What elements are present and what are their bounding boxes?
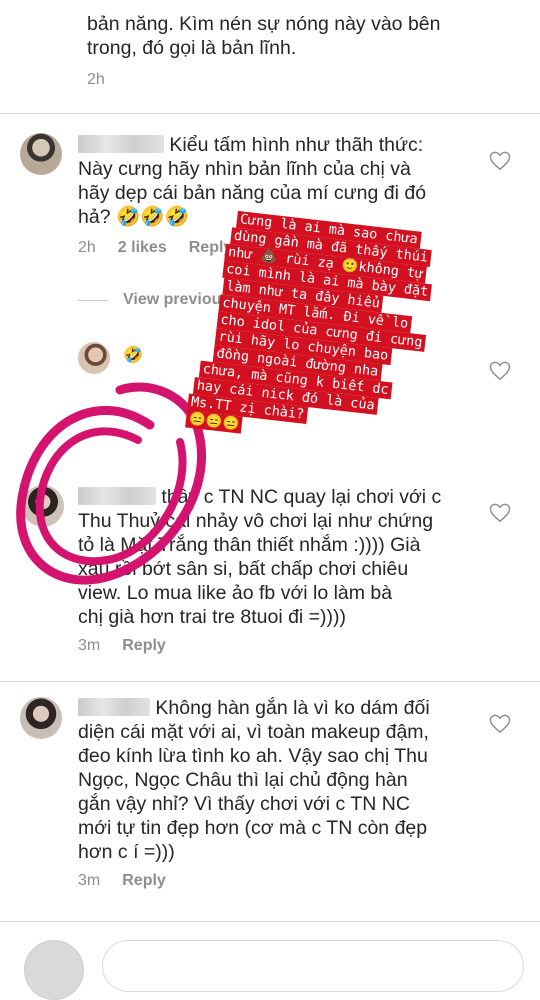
heart-icon[interactable] — [489, 714, 511, 734]
avatar — [24, 940, 84, 1000]
comment-text: bản năng. Kìm nén sự nóng này vào bên tr… — [87, 12, 440, 60]
comment-line: Kiểu tấm hình như thãh thức: — [78, 133, 426, 157]
heart-icon[interactable] — [489, 151, 511, 171]
comment-line: gắn vậy nhỉ? Vì thấy chơi với c TN NC — [78, 793, 410, 815]
likes-count[interactable]: 2 likes — [118, 239, 167, 256]
comment-time: 3m — [78, 872, 101, 889]
comment-text: Không hàn gắn là vì ko dám đối diện cái … — [78, 696, 430, 864]
comment-line: bản năng. Kìm nén sự nóng này vào bên — [87, 13, 441, 35]
avatar[interactable] — [20, 133, 62, 175]
divider — [0, 921, 540, 922]
comment-line-text: Kiểu tấm hình như thãh thức: — [169, 134, 424, 156]
comment-time: 2h — [87, 71, 105, 88]
blurred-username — [78, 135, 164, 153]
reply-button[interactable]: Reply — [122, 872, 166, 889]
heart-icon[interactable] — [489, 503, 511, 523]
comment-line: Không hàn gắn là vì ko dám đối — [78, 696, 430, 720]
comment-line: trong, đó gọi là bản lĩnh. — [87, 37, 297, 59]
avatar[interactable] — [20, 697, 62, 739]
comment-meta: 2h — [87, 71, 127, 89]
comment-line-text: Không hàn gắn là vì ko dám đối — [155, 697, 430, 719]
heart-icon[interactable] — [489, 361, 511, 381]
comment-line: đeo kính lừa tình ko ah. Vậy sao chị Thu — [78, 745, 428, 767]
view-previous-replies-button[interactable]: View previous — [123, 291, 230, 309]
comment-input[interactable] — [102, 940, 524, 992]
comment-line: mới tự tin đẹp hơn (cơ mà c TN còn đẹp — [78, 817, 428, 839]
view-previous-line — [78, 300, 108, 301]
comment-line: hơn c í =))) — [78, 841, 175, 863]
reply-emoji: 🤣 — [123, 347, 143, 364]
blurred-username — [78, 698, 150, 716]
comment-line: Này cưng hãy nhìn bản lĩnh của chị và — [78, 158, 411, 180]
comment-meta: 3m Reply — [78, 637, 188, 655]
comment-line: hãy dẹp cái bản năng của mí cưng đi đó — [78, 182, 427, 204]
reply-button[interactable]: Reply — [122, 637, 166, 654]
divider — [0, 113, 540, 114]
comment-line: diện cái mặt với ai, vì toàn makeup đậm, — [78, 721, 429, 743]
text-overlay-sticker: Cưng là ai mà sao chưa dùng gần mà đã th… — [185, 210, 438, 453]
comment-meta: 3m Reply — [78, 872, 188, 890]
comment-time: 3m — [78, 637, 101, 654]
comment-line: Ngọc, Ngọc Châu thì lại chủ động hàn — [78, 769, 408, 791]
reply-text: 🤣 — [123, 344, 143, 368]
divider — [0, 681, 540, 682]
comment-time: 2h — [78, 239, 96, 256]
